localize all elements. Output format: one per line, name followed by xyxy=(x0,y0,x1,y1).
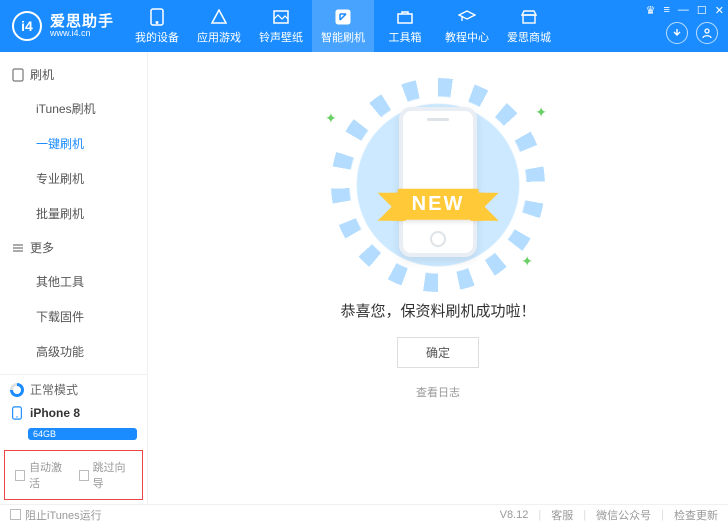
sidebar: 刷机 iTunes刷机 一键刷机 专业刷机 批量刷机 更多 其他工具 下载固件 … xyxy=(0,52,148,504)
sidebar-item-download-fw[interactable]: 下载固件 xyxy=(0,299,147,334)
activation-options-highlighted: 自动激活 跳过向导 xyxy=(4,450,143,500)
sidebar-item-oneclick[interactable]: 一键刷机 xyxy=(0,126,147,161)
device-icon xyxy=(10,406,24,420)
nav-flash[interactable]: 智能刷机 xyxy=(312,0,374,52)
skin-icon[interactable]: ♛ xyxy=(646,4,656,17)
apps-icon xyxy=(210,8,228,26)
check-block-itunes[interactable]: 阻止iTunes运行 xyxy=(10,507,102,523)
nav-my-device[interactable]: 我的设备 xyxy=(126,0,188,52)
brand-name: 爱思助手 xyxy=(50,14,114,29)
ok-button[interactable]: 确定 xyxy=(397,337,479,368)
logo[interactable]: i4 爱思助手 www.i4.cn xyxy=(0,11,126,41)
brand-url: www.i4.cn xyxy=(50,29,114,38)
check-skip-guide[interactable]: 跳过向导 xyxy=(79,459,133,491)
nav-tutorial[interactable]: 教程中心 xyxy=(436,0,498,52)
main-content: ✦ ✦ ✦ NEW 恭喜您，保资料刷机成功啦！ 确定 查看日志 xyxy=(148,52,728,504)
view-log-link[interactable]: 查看日志 xyxy=(416,384,460,400)
success-message: 恭喜您，保资料刷机成功啦！ xyxy=(340,300,535,321)
minimize-icon[interactable]: ― xyxy=(678,4,689,17)
sidebar-group-flash[interactable]: 刷机 xyxy=(0,58,147,91)
new-ribbon: NEW xyxy=(398,189,479,220)
user-button[interactable] xyxy=(696,22,718,44)
sidebar-item-pro[interactable]: 专业刷机 xyxy=(0,161,147,196)
sidebar-item-othertools[interactable]: 其他工具 xyxy=(0,264,147,299)
window-controls: ♛ ≡ ― ☐ ✕ xyxy=(646,4,724,17)
success-illustration: ✦ ✦ ✦ NEW xyxy=(333,100,543,270)
mode-row[interactable]: 正常模式 xyxy=(10,381,137,398)
storage-badge: 64GB xyxy=(28,428,137,440)
toolbox-icon xyxy=(396,8,414,26)
nav-store[interactable]: 爱思商城 xyxy=(498,0,560,52)
menu-icon[interactable]: ≡ xyxy=(663,4,669,17)
support-link[interactable]: 客服 xyxy=(551,507,573,523)
phone-small-icon xyxy=(12,68,24,82)
sidebar-item-itunes[interactable]: iTunes刷机 xyxy=(0,91,147,126)
device-row[interactable]: iPhone 8 xyxy=(10,406,137,420)
tutorial-icon xyxy=(458,8,476,26)
check-update-link[interactable]: 检查更新 xyxy=(674,507,718,523)
top-nav: 我的设备 应用游戏 铃声壁纸 智能刷机 工具箱 教程中心 爱思商城 xyxy=(126,0,560,52)
wallpaper-icon xyxy=(272,8,290,26)
download-button[interactable] xyxy=(666,22,688,44)
maximize-icon[interactable]: ☐ xyxy=(697,4,707,17)
flash-icon xyxy=(334,8,352,26)
sidebar-item-batch[interactable]: 批量刷机 xyxy=(0,196,147,231)
logo-icon: i4 xyxy=(12,11,42,41)
close-icon[interactable]: ✕ xyxy=(715,4,724,17)
version-label: V8.12 xyxy=(500,509,529,521)
nav-toolbox[interactable]: 工具箱 xyxy=(374,0,436,52)
mode-icon xyxy=(10,383,24,397)
store-icon xyxy=(520,8,538,26)
list-icon xyxy=(12,242,24,254)
device-icon xyxy=(148,8,166,26)
check-auto-activate[interactable]: 自动激活 xyxy=(15,459,69,491)
nav-ringtone[interactable]: 铃声壁纸 xyxy=(250,0,312,52)
sidebar-item-advanced[interactable]: 高级功能 xyxy=(0,334,147,369)
statusbar: 阻止iTunes运行 V8.12 | 客服 | 微信公众号 | 检查更新 xyxy=(0,504,728,524)
nav-apps[interactable]: 应用游戏 xyxy=(188,0,250,52)
wechat-link[interactable]: 微信公众号 xyxy=(596,507,651,523)
sidebar-group-more[interactable]: 更多 xyxy=(0,231,147,264)
titlebar: i4 爱思助手 www.i4.cn 我的设备 应用游戏 铃声壁纸 智能刷机 工具… xyxy=(0,0,728,52)
